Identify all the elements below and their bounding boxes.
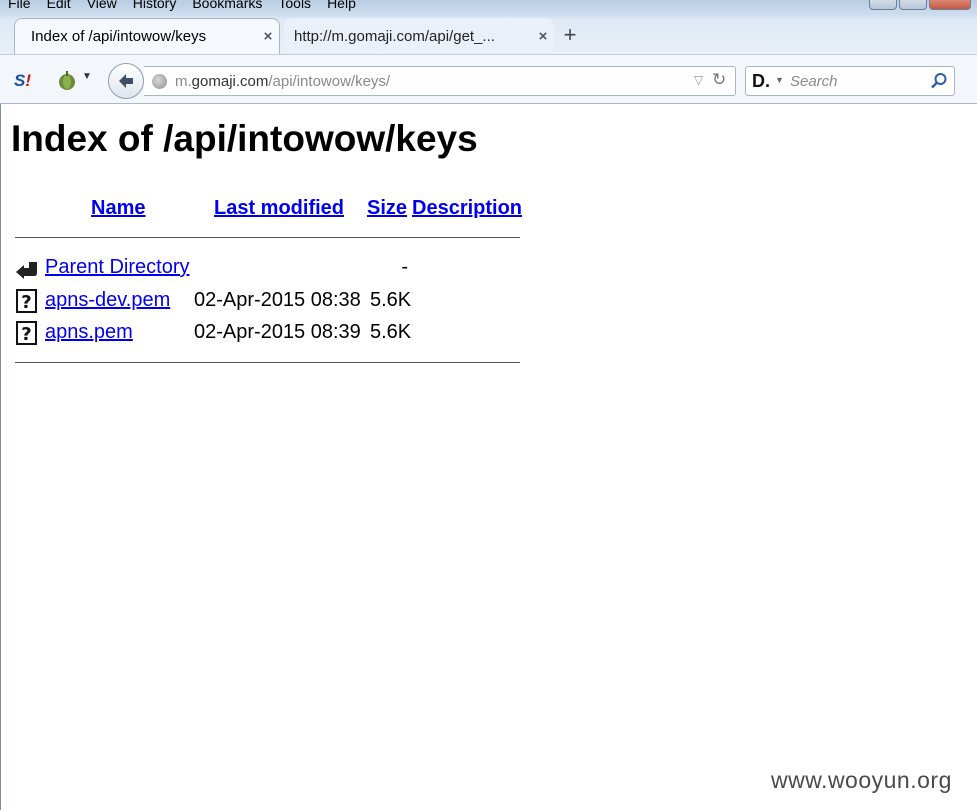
url-prefix: m. — [175, 73, 192, 90]
search-engine-icon[interactable]: D. — [752, 71, 770, 92]
parent-directory-link[interactable]: Parent Directory — [45, 256, 190, 279]
menu-help[interactable]: Help — [319, 0, 364, 12]
addon-s-letter: S — [14, 71, 26, 90]
divider — [15, 362, 520, 363]
window-border — [0, 104, 1, 810]
menu-view[interactable]: View — [79, 0, 125, 12]
tab-get-api[interactable]: http://m.gomaji.com/api/get_... × — [284, 18, 554, 54]
search-box[interactable]: D. ▼ — [745, 66, 955, 96]
back-arrow-icon — [16, 262, 37, 279]
list-item-parent-directory: Parent Directory - — [15, 254, 520, 282]
maximize-button[interactable] — [899, 0, 927, 10]
list-item-apns-dev: ? apns-dev.pem 02-Apr-2015 08:38 5.6K — [15, 287, 520, 315]
menu-history[interactable]: History — [125, 0, 185, 12]
url-text[interactable]: m.gomaji.com/api/intowow/keys/ — [175, 73, 390, 90]
divider — [15, 237, 520, 238]
search-icon[interactable] — [930, 72, 948, 90]
unknown-file-icon: ? — [16, 321, 37, 345]
tab-index-keys[interactable]: Index of /api/intowow/keys × — [14, 18, 280, 54]
back-arrow-icon — [119, 74, 133, 88]
back-button[interactable] — [108, 63, 144, 99]
last-modified-cell: 02-Apr-2015 08:39 — [194, 321, 361, 343]
file-link-apns-dev-pem[interactable]: apns-dev.pem — [45, 289, 170, 312]
chevron-down-icon[interactable]: ▼ — [775, 75, 784, 85]
browser-chrome: File Edit View History Bookmarks Tools H… — [0, 0, 977, 104]
tab-title: http://m.gomaji.com/api/get_... — [294, 27, 495, 45]
header-last-modified-link[interactable]: Last modified — [214, 197, 344, 220]
tab-title: Index of /api/intowow/keys — [31, 28, 207, 45]
url-path: /api/intowow/keys/ — [268, 73, 391, 90]
unknown-file-icon: ? — [16, 289, 37, 313]
menu-tools[interactable]: Tools — [270, 0, 319, 12]
search-input[interactable] — [790, 71, 920, 91]
page-title: Index of /api/intowow/keys — [11, 118, 478, 159]
navigation-toolbar: S! ▼ m.gomaji.com/api/intowow/keys/ ▽ ↻ … — [0, 54, 977, 104]
last-modified-cell: 02-Apr-2015 08:38 — [194, 289, 361, 311]
address-bar[interactable]: m.gomaji.com/api/intowow/keys/ ▽ ↻ — [144, 66, 736, 96]
url-host-domain: gomaji.com — [191, 73, 269, 90]
menu-edit[interactable]: Edit — [39, 0, 79, 12]
file-link-apns-pem[interactable]: apns.pem — [45, 321, 133, 344]
menu-file[interactable]: File — [0, 0, 39, 12]
close-icon[interactable]: × — [257, 28, 279, 45]
addon-s-mark: ! — [25, 71, 32, 90]
header-name-link[interactable]: Name — [91, 197, 145, 220]
list-item-apns: ? apns.pem 02-Apr-2015 08:39 5.6K — [15, 319, 520, 347]
menu-bookmarks[interactable]: Bookmarks — [184, 0, 270, 12]
svg-text:?: ? — [21, 292, 31, 313]
addon-s-icon[interactable]: S! — [14, 71, 31, 91]
tab-strip: Index of /api/intowow/keys × http://m.go… — [14, 18, 977, 54]
tor-onion-icon[interactable] — [56, 69, 78, 91]
menu-bar: File Edit View History Bookmarks Tools H… — [0, 0, 364, 12]
svg-text:?: ? — [21, 324, 31, 345]
minimize-button[interactable] — [869, 0, 897, 10]
window-controls — [869, 0, 971, 10]
size-cell: 5.6K — [370, 289, 412, 311]
globe-icon — [152, 74, 167, 89]
close-window-button[interactable] — [929, 0, 971, 10]
size-cell: 5.6K — [370, 321, 412, 343]
watermark: www.wooyun.org — [771, 767, 952, 793]
dropdown-triangle-icon[interactable]: ▽ — [694, 73, 703, 87]
close-icon[interactable]: × — [532, 28, 554, 45]
chevron-down-icon[interactable]: ▼ — [82, 71, 92, 82]
header-size-link[interactable]: Size — [367, 197, 407, 220]
size-cell: - — [401, 256, 408, 278]
new-tab-button[interactable]: + — [558, 24, 582, 48]
header-description-link[interactable]: Description — [412, 197, 522, 220]
reload-icon[interactable]: ↻ — [712, 70, 726, 90]
